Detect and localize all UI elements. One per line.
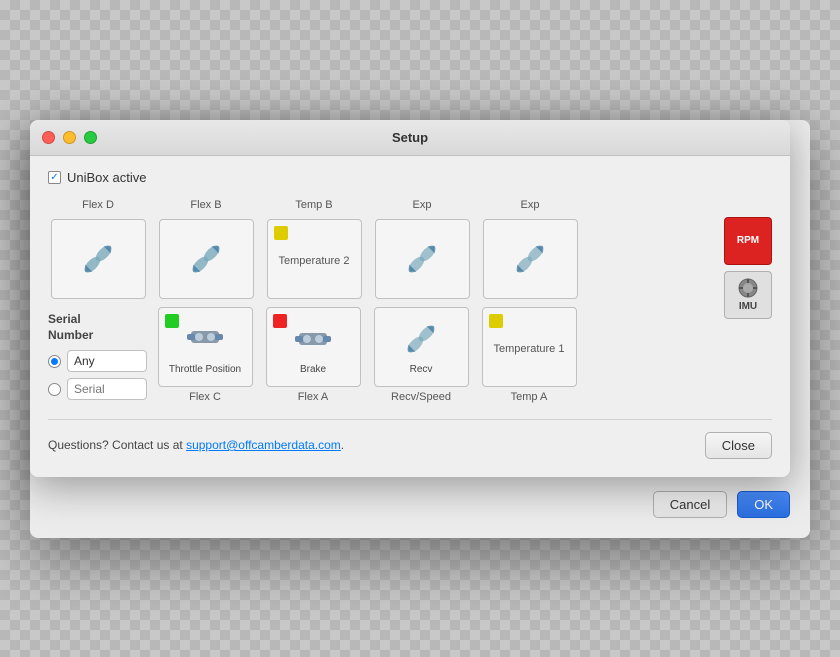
serial-number-label: SerialNumber [48,311,147,345]
serial-any-input[interactable] [67,350,147,372]
sensor-exp-1: Exp [372,199,472,299]
flex-c-box[interactable]: Throttle Position [158,307,253,387]
flex-b-box[interactable] [159,219,254,299]
temp-a-indicator [489,314,503,328]
flex-c-indicator [165,314,179,328]
sensor-exp-2: Exp [480,199,580,299]
unibox-label: UniBox active [67,170,146,185]
outer-dialog: Setup UniBox active Flex D [30,120,810,538]
footer-link[interactable]: support@offcamberdata.com [186,438,341,452]
sensor-flex-c: Throttle Position Flex C [155,307,255,403]
top-sensor-row: Flex D [48,199,714,299]
flex-c-icon [184,316,226,358]
titlebar: Setup [30,120,790,156]
imu-icon [737,277,759,299]
flex-b-label: Flex B [190,199,221,215]
unibox-row: UniBox active [48,170,772,185]
flex-d-label: Flex D [82,199,114,215]
sensor-area: Flex D [48,199,772,403]
flex-d-box[interactable] [51,219,146,299]
exp-2-label: Exp [521,199,540,215]
temp-a-label: Temp A [511,391,548,403]
footer-text-before: Questions? Contact us at [48,438,186,452]
radio-any[interactable] [48,355,61,368]
footer: Questions? Contact us at support@offcamb… [48,419,772,459]
close-button[interactable]: Close [705,432,772,459]
close-button[interactable] [42,131,55,144]
rpm-label: RPM [737,235,759,246]
exp-1-label: Exp [413,199,432,215]
imu-label: IMU [739,301,757,312]
flex-a-icon [292,318,334,360]
serial-option-serial [48,378,147,400]
temp-b-indicator [274,226,288,240]
exp-1-box[interactable] [375,219,470,299]
minimize-button[interactable] [63,131,76,144]
setup-dialog: Setup UniBox active Flex D [30,120,790,477]
flex-c-text: Throttle Position [167,362,243,377]
exp-2-box[interactable] [483,219,578,299]
cancel-button[interactable]: Cancel [653,491,727,518]
maximize-button[interactable] [84,131,97,144]
serial-option-any [48,350,147,372]
recv-text: Recv [410,364,433,375]
unibox-checkbox[interactable] [48,171,61,184]
flex-d-icon [77,238,119,280]
serial-area: SerialNumber [48,311,147,401]
recv-box[interactable]: Recv [374,307,469,387]
serial-container: SerialNumber [48,311,147,401]
exp-1-icon [401,238,443,280]
sensor-grid: Flex D [48,199,714,403]
bottom-area: SerialNumber [48,307,714,403]
radio-serial[interactable] [48,383,61,396]
recv-label: Recv/Speed [391,391,451,403]
serial-serial-input[interactable] [67,378,147,400]
temp-b-text: Temperature 2 [279,255,350,267]
sensor-temp-b: Temp B Temperature 2 [264,199,364,299]
bottom-sensor-row: Throttle Position Flex C [155,307,579,403]
flex-a-text: Brake [300,364,326,375]
sensor-flex-b: Flex B [156,199,256,299]
recv-icon [400,318,442,360]
temp-b-box[interactable]: Temperature 2 [267,219,362,299]
dialog-body: UniBox active Flex D [30,156,790,477]
temp-a-text: Temperature 1 [494,343,565,355]
sensor-flex-a: Brake Flex A [263,307,363,403]
temp-b-label: Temp B [295,199,332,215]
flex-a-label: Flex A [298,391,329,403]
ok-button[interactable]: OK [737,491,790,518]
sensor-temp-a: Temperature 1 Temp A [479,307,579,403]
window-title: Setup [392,130,428,145]
titlebar-buttons [42,131,97,144]
flex-b-icon [185,238,227,280]
flex-a-indicator [273,314,287,328]
right-panel: RPM IMU [724,199,772,403]
sensor-recv: Recv Recv/Speed [371,307,471,403]
rpm-button[interactable]: RPM [724,217,772,265]
footer-text: Questions? Contact us at support@offcamb… [48,438,344,452]
temp-a-box[interactable]: Temperature 1 [482,307,577,387]
flex-a-box[interactable]: Brake [266,307,361,387]
outer-dialog-footer: Cancel OK [30,477,810,518]
flex-c-label: Flex C [189,391,221,403]
sensor-flex-d: Flex D [48,199,148,299]
imu-button[interactable]: IMU [724,271,772,319]
footer-text-after: . [341,438,344,452]
exp-2-icon [509,238,551,280]
